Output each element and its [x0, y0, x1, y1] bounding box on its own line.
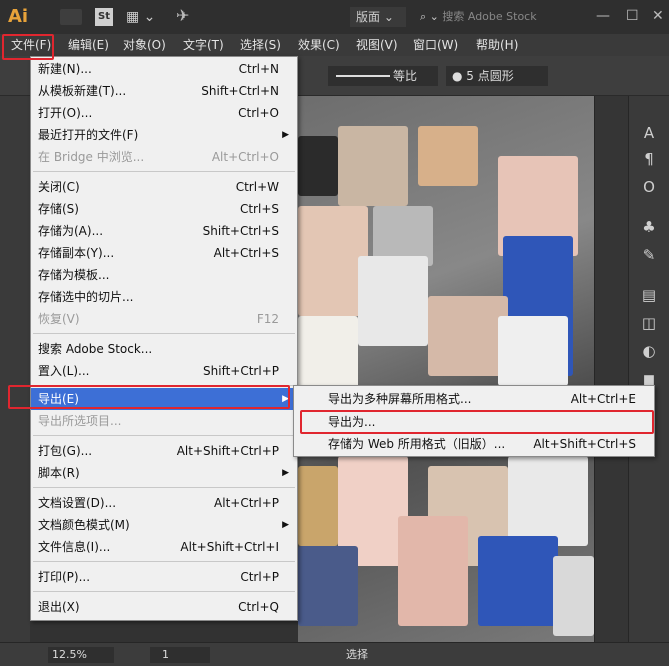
zoom-level: 12.5%	[52, 648, 87, 661]
artboard-number: 1	[162, 648, 169, 661]
collage-photo	[418, 126, 478, 186]
gpu-performance-icon[interactable]: ✈	[176, 6, 189, 25]
export-submenu: 导出为多种屏幕所用格式... Alt+Ctrl+E 导出为... 存储为 Web…	[293, 385, 655, 457]
menu-export-as[interactable]: 导出为...	[294, 411, 654, 433]
menu-print[interactable]: 打印(P)... Ctrl+P	[31, 566, 297, 588]
menu-package[interactable]: 打包(G)... Alt+Shift+Ctrl+P	[31, 440, 297, 462]
opentype-panel-icon[interactable]: O	[637, 178, 661, 196]
menu-window[interactable]: 窗口(W)	[411, 34, 460, 56]
submenu-arrow-icon: ▶	[282, 520, 289, 530]
illustrator-logo: Ai	[8, 6, 29, 27]
menu-separator	[33, 171, 295, 172]
menu-browse-in-bridge[interactable]: 在 Bridge 中浏览... Alt+Ctrl+O	[31, 146, 297, 168]
artboard-canvas[interactable]	[298, 96, 594, 642]
menu-document-setup[interactable]: 文档设置(D)... Alt+Ctrl+P	[31, 492, 297, 514]
menu-save-copy[interactable]: 存储副本(Y)... Alt+Ctrl+S	[31, 242, 297, 264]
menu-open-recent[interactable]: 最近打开的文件(F) ▶	[31, 124, 297, 146]
collage-photo	[398, 516, 468, 626]
menu-separator	[33, 385, 295, 386]
submenu-arrow-icon: ▶	[282, 468, 289, 478]
submenu-arrow-icon: ▶	[282, 130, 289, 140]
menu-scripts[interactable]: 脚本(R) ▶	[31, 462, 297, 484]
menu-bar: 文件(F) 编辑(E) 对象(O) 文字(T) 选择(S) 效果(C) 视图(V…	[0, 34, 669, 56]
collage-photo	[508, 456, 588, 546]
collapsed-panel-strip	[594, 96, 628, 642]
status-bar: 12.5% 1 选择	[0, 642, 669, 666]
menu-open[interactable]: 打开(O)... Ctrl+O	[31, 102, 297, 124]
menu-document-color-mode[interactable]: 文档颜色模式(M) ▶	[31, 514, 297, 536]
search-icon: ⌕ ⌄	[420, 10, 443, 23]
artboard-navigator[interactable]	[150, 647, 210, 663]
menu-type[interactable]: 文字(T)	[181, 34, 226, 56]
menu-select[interactable]: 选择(S)	[238, 34, 283, 56]
menu-revert[interactable]: 恢复(V) F12	[31, 308, 297, 330]
close-icon[interactable]: ✕	[652, 8, 664, 24]
collage-photo	[553, 556, 594, 636]
menu-effect[interactable]: 效果(C)	[296, 34, 342, 56]
menu-save-as[interactable]: 存储为(A)... Shift+Ctrl+S	[31, 220, 297, 242]
menu-file-info[interactable]: 文件信息(I)... Alt+Shift+Ctrl+I	[31, 536, 297, 558]
bridge-button[interactable]	[60, 9, 82, 25]
menu-save[interactable]: 存储(S) Ctrl+S	[31, 198, 297, 220]
menu-search-adobe-stock[interactable]: 搜索 Adobe Stock...	[31, 338, 297, 360]
title-bar: Ai St ▦ ⌄ ✈ 版面 ⌄ ⌕ ⌄ 搜索 Adobe Stock — ☐ …	[0, 0, 669, 34]
stroke-profile-dropdown[interactable]: 等比	[328, 66, 438, 86]
collage-photo	[298, 546, 358, 626]
collage-photo	[478, 536, 558, 626]
brushes-panel-icon[interactable]: ✎	[637, 246, 661, 264]
menu-edit[interactable]: 编辑(E)	[66, 34, 111, 56]
layers-panel-icon[interactable]: ◫	[637, 314, 661, 332]
menu-close[interactable]: 关闭(C) Ctrl+W	[31, 176, 297, 198]
menu-save-as-template[interactable]: 存储为模板...	[31, 264, 297, 286]
menu-separator	[33, 435, 295, 436]
menu-help[interactable]: 帮助(H)	[474, 34, 520, 56]
arrange-documents-icon[interactable]: ▦ ⌄	[126, 8, 156, 26]
collage-photo	[498, 316, 568, 386]
menu-separator	[33, 333, 295, 334]
status-mode: 选择	[346, 648, 368, 661]
menu-file[interactable]: 文件(F)	[9, 34, 53, 56]
panel-dock: A ¶ O ♣ ✎ ▤ ◫ ◐ ◼	[628, 96, 669, 642]
menu-export[interactable]: 导出(E) ▶	[31, 388, 297, 410]
menu-separator	[33, 487, 295, 488]
menu-save-for-web-legacy[interactable]: 存储为 Web 所用格式（旧版）... Alt+Shift+Ctrl+S	[294, 433, 654, 455]
menu-export-for-screens[interactable]: 导出为多种屏幕所用格式... Alt+Ctrl+E	[294, 388, 654, 410]
collage-photo	[298, 136, 338, 196]
stock-search-input[interactable]: ⌕ ⌄ 搜索 Adobe Stock	[420, 7, 560, 27]
tools-panel	[0, 96, 30, 642]
brush-definition-dropdown[interactable]: ● 5 点圆形	[446, 66, 548, 86]
file-menu-dropdown: 新建(N)... Ctrl+N 从模板新建(T)... Shift+Ctrl+N…	[30, 56, 298, 621]
collage-photo	[298, 466, 338, 546]
menu-export-selection[interactable]: 导出所选项目...	[31, 410, 297, 432]
appearance-panel-icon[interactable]: ◐	[637, 342, 661, 360]
collage-photo	[298, 316, 358, 396]
transparency-panel-icon[interactable]: ▤	[637, 286, 661, 304]
menu-save-selected-slices[interactable]: 存储选中的切片...	[31, 286, 297, 308]
workspace-switcher[interactable]: 版面 ⌄	[350, 7, 406, 27]
menu-new[interactable]: 新建(N)... Ctrl+N	[31, 58, 297, 80]
menu-separator	[33, 561, 295, 562]
stock-button[interactable]: St	[95, 8, 113, 26]
menu-object[interactable]: 对象(O)	[121, 34, 168, 56]
submenu-arrow-icon: ▶	[282, 394, 289, 404]
symbols-panel-icon[interactable]: ♣	[637, 218, 661, 236]
menu-exit[interactable]: 退出(X) Ctrl+Q	[31, 596, 297, 618]
menu-place[interactable]: 置入(L)... Shift+Ctrl+P	[31, 360, 297, 382]
paragraph-panel-icon[interactable]: ¶	[637, 150, 661, 168]
minimize-icon[interactable]: —	[596, 8, 610, 24]
collage-photo	[338, 126, 408, 206]
maximize-icon[interactable]: ☐	[626, 8, 639, 24]
menu-new-from-template[interactable]: 从模板新建(T)... Shift+Ctrl+N	[31, 80, 297, 102]
menu-separator	[33, 591, 295, 592]
stroke-preview	[336, 75, 390, 77]
character-panel-icon[interactable]: A	[637, 124, 661, 142]
menu-view[interactable]: 视图(V)	[354, 34, 400, 56]
collage-photo	[358, 256, 428, 346]
collage-photo	[428, 296, 508, 376]
